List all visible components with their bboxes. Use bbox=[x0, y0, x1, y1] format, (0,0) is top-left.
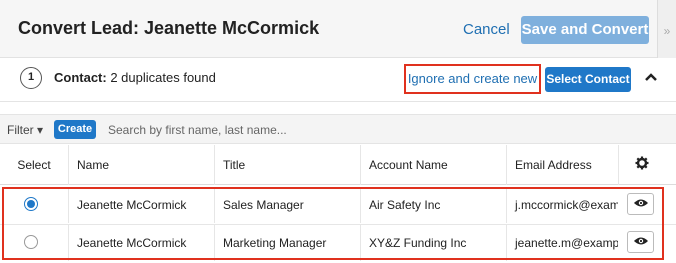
column-header-name[interactable]: Name bbox=[68, 145, 214, 185]
select-contact-button[interactable]: Select Contact bbox=[545, 67, 631, 92]
column-header-title[interactable]: Title bbox=[214, 145, 360, 185]
step-module-label: Contact: bbox=[54, 70, 107, 85]
create-filter-button[interactable]: Create bbox=[54, 120, 96, 139]
sidebar-toggle-icon[interactable]: » bbox=[657, 0, 676, 58]
chevron-up-icon[interactable] bbox=[644, 69, 658, 85]
save-and-convert-button[interactable]: Save and Convert bbox=[521, 16, 649, 44]
ignore-and-create-new-link[interactable]: Ignore and create new bbox=[404, 64, 541, 94]
filter-bar: Filter ▾ Create bbox=[0, 114, 676, 144]
step-number-badge: 1 bbox=[20, 67, 42, 89]
gear-icon[interactable] bbox=[618, 145, 664, 185]
convert-lead-header: Convert Lead: Jeanette McCormick Cancel … bbox=[0, 0, 676, 58]
cancel-button[interactable]: Cancel bbox=[463, 21, 510, 38]
duplicate-rows-highlight bbox=[2, 187, 664, 260]
column-header-account-name[interactable]: Account Name bbox=[360, 145, 506, 185]
page-title: Convert Lead: Jeanette McCormick bbox=[18, 18, 320, 38]
duplicates-status: 2 duplicates found bbox=[110, 70, 216, 85]
column-header-email[interactable]: Email Address bbox=[506, 145, 618, 185]
search-input[interactable] bbox=[101, 118, 661, 141]
table-header: Select Name Title Account Name Email Add… bbox=[0, 145, 676, 185]
column-header-select: Select bbox=[17, 158, 51, 172]
contact-step-panel: 1 Contact: 2 duplicates found Ignore and… bbox=[0, 58, 676, 102]
filter-dropdown[interactable]: Filter ▾ bbox=[7, 123, 43, 137]
step-summary: Contact: 2 duplicates found bbox=[54, 70, 216, 85]
